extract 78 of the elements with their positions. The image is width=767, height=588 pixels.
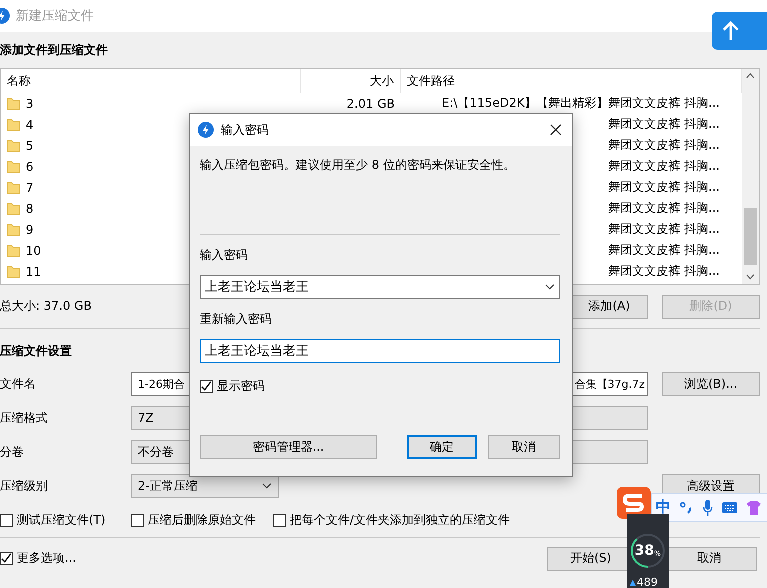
file-name: 7 <box>26 180 34 194</box>
confirm-password-field[interactable]: 上老王论坛当老王 <box>200 339 560 363</box>
up-arrow-icon <box>630 580 636 586</box>
field-label: 压缩格式 <box>0 410 49 426</box>
microphone-icon[interactable] <box>703 500 713 516</box>
checkbox-label: 测试压缩文件(T) <box>17 512 106 528</box>
file-path: 舞团文文皮裤 抖胸... <box>608 200 720 217</box>
section-title: 添加文件到压缩文件 <box>0 42 108 58</box>
ok-button[interactable]: 确定 <box>407 435 477 459</box>
keyboard-icon[interactable] <box>722 502 738 514</box>
file-path: 舞团文文皮裤 抖胸... <box>608 116 720 133</box>
folder-icon <box>7 222 21 236</box>
dialog-description: 输入压缩包密码。建议使用至少 8 位的密码来保证安全性。 <box>200 156 516 174</box>
add-button[interactable]: 添加(A) <box>571 294 648 318</box>
file-name: 6 <box>26 160 34 174</box>
usage-percent: 38 <box>634 543 654 559</box>
checkbox-label: 压缩后删除原始文件 <box>148 512 256 528</box>
folder-icon <box>7 244 21 258</box>
scrollbar[interactable] <box>742 69 759 284</box>
password-field[interactable]: 上老王论坛当老王 <box>200 275 560 299</box>
password-manager-button[interactable]: 密码管理器... <box>200 435 377 459</box>
file-path: 舞团文文皮裤 抖胸... <box>608 158 720 175</box>
checkbox-label: 更多选项... <box>17 550 76 567</box>
column-header[interactable]: 名称 <box>1 69 301 93</box>
upload-button[interactable] <box>712 12 767 50</box>
folder-icon <box>7 202 21 216</box>
cancel-button[interactable]: 取消 <box>488 435 560 459</box>
file-name: 8 <box>26 202 34 216</box>
section-title: 压缩文件设置 <box>0 342 72 360</box>
column-header[interactable]: 大小 <box>301 69 401 93</box>
punctuation-icon[interactable] <box>680 502 694 514</box>
window-title: 新建压缩文件 <box>16 8 94 25</box>
close-icon[interactable] <box>550 124 562 136</box>
folder-icon <box>7 160 21 174</box>
field-label: 输入密码 <box>200 246 249 264</box>
dialog-title: 输入密码 <box>221 122 270 138</box>
input-mode-toggle[interactable]: 中 <box>656 498 671 517</box>
file-path: 舞团文文皮裤 抖胸... <box>608 221 720 238</box>
caret-icon <box>545 284 555 290</box>
file-name: 5 <box>26 138 34 152</box>
field-label: 文件名 <box>0 376 37 392</box>
scrollbar-thumb[interactable] <box>744 208 757 265</box>
scroll-down-icon[interactable] <box>746 274 755 280</box>
shirt-icon[interactable] <box>747 500 761 514</box>
checkbox[interactable] <box>273 514 286 526</box>
file-name: 4 <box>26 118 34 132</box>
checkbox[interactable] <box>0 514 13 526</box>
checkbox-label: 把每个文件/文件夹添加到独立的压缩文件 <box>290 512 510 528</box>
file-path: 舞团文文皮裤 抖胸... <box>608 179 720 196</box>
file-path: 舞团文文皮裤 抖胸... <box>608 137 720 154</box>
scroll-up-icon[interactable] <box>746 73 755 79</box>
file-name: 11 <box>26 264 42 278</box>
checkbox[interactable] <box>131 514 144 526</box>
field-label: 压缩级别 <box>0 478 49 494</box>
dropdown[interactable]: 2-正常压缩 <box>131 474 279 498</box>
upload-count: 489 <box>637 576 658 588</box>
checkbox-label: 显示密码 <box>217 378 265 394</box>
field-label: 分卷 <box>0 444 25 460</box>
browse-button[interactable]: 浏览(B)... <box>662 372 760 396</box>
app-logo-icon <box>198 122 214 138</box>
file-size: 2.01 GB <box>346 96 396 110</box>
field-label: 重新输入密码 <box>200 310 273 328</box>
file-name: 9 <box>26 222 34 236</box>
file-path: E:\【115eD2K】【舞出精彩】舞团文文皮裤 抖胸... <box>442 95 720 112</box>
file-name: 3 <box>26 96 34 110</box>
folder-icon <box>7 118 21 132</box>
folder-icon <box>7 180 21 194</box>
folder-icon <box>7 138 21 152</box>
total-size: 总大小: 37.0 GB <box>0 298 92 315</box>
file-path: 舞团文文皮裤 抖胸... <box>608 263 720 280</box>
file-path: 舞团文文皮裤 抖胸... <box>608 242 720 259</box>
caret-icon <box>262 483 272 489</box>
folder-icon <box>7 96 21 110</box>
file-name: 10 <box>26 244 42 258</box>
checkbox[interactable] <box>200 380 213 392</box>
folder-icon <box>7 264 21 278</box>
checkbox[interactable] <box>0 552 13 565</box>
up-arrow-icon <box>722 21 740 41</box>
